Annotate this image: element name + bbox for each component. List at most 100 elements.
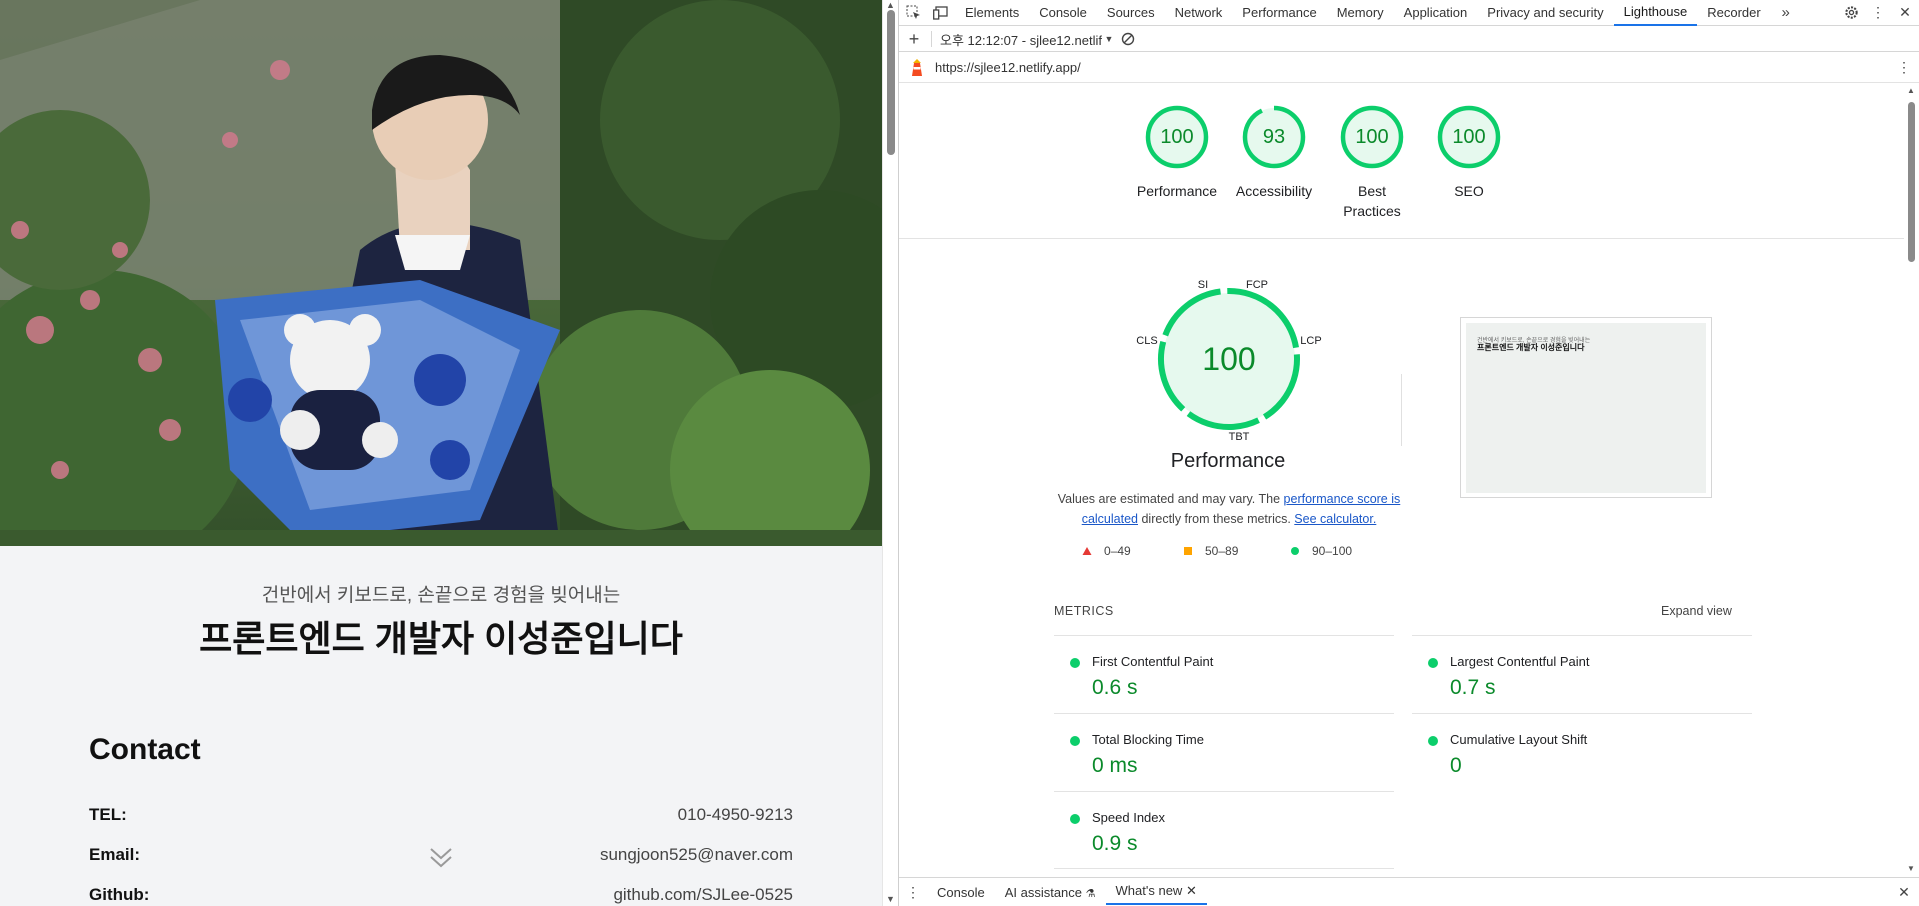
gauge-label-fcp: FCP: [1246, 279, 1268, 291]
tab-privacy-security[interactable]: Privacy and security: [1477, 0, 1613, 26]
lighthouse-logo-icon: [899, 55, 935, 81]
metric-value: 0 ms: [1092, 754, 1138, 777]
tab-elements[interactable]: Elements: [955, 0, 1029, 26]
gauge-performance[interactable]: 100 Performance: [1128, 104, 1226, 201]
gauge-ring: 100: [1437, 105, 1501, 169]
contact-label: Github:: [89, 885, 150, 904]
metric-cls: Cumulative Layout Shift 0: [1412, 713, 1752, 791]
tab-sources[interactable]: Sources: [1097, 0, 1165, 26]
report-url-bar: https://sjlee12.netlify.app/ ⋮: [899, 53, 1919, 83]
section-divider: [899, 238, 1904, 239]
metric-value: 0.9 s: [1092, 832, 1138, 855]
hero-photo: [0, 0, 882, 546]
clear-reports-icon[interactable]: [1116, 26, 1140, 52]
device-toolbar-icon[interactable]: [927, 0, 955, 26]
gauge-score: 100: [1452, 126, 1485, 148]
report-scrollbar[interactable]: ▲ ▼: [1904, 84, 1919, 876]
scrollbar-thumb[interactable]: [1908, 102, 1915, 262]
chevron-double-right-icon[interactable]: »: [1771, 0, 1801, 26]
note-text: directly from these metrics.: [1138, 512, 1295, 526]
scrollbar-thumb[interactable]: [887, 10, 895, 155]
drawer-tab-label: What's new: [1115, 883, 1183, 898]
gauge-best-practices[interactable]: 100 Best Practices: [1323, 104, 1421, 221]
report-url[interactable]: https://sjlee12.netlify.app/: [935, 60, 1081, 75]
gauge-ring: 100: [1145, 105, 1209, 169]
lighthouse-toolbar: + 오후 12:12:07 - sjlee12.netlif ▼: [899, 27, 1919, 52]
expand-view-button[interactable]: Expand view: [1661, 604, 1732, 618]
tab-performance[interactable]: Performance: [1232, 0, 1326, 26]
legend-range: 50–89: [1205, 544, 1239, 558]
more-options-vertical-icon[interactable]: ⋮: [1865, 0, 1891, 26]
contact-value[interactable]: github.com/SJLee-0525: [613, 885, 793, 905]
metric-name: Total Blocking Time: [1092, 732, 1204, 747]
metrics-heading: METRICS: [1054, 604, 1114, 618]
devtools-tabbar: Elements Console Sources Network Perform…: [899, 0, 1919, 26]
drawer-tab-whats-new[interactable]: What's new ✕: [1105, 879, 1207, 905]
metric-value: 0.6 s: [1092, 676, 1138, 699]
report-menu-icon[interactable]: ⋮: [1889, 55, 1919, 81]
pass-dot-icon: [1070, 814, 1080, 824]
hero-subtitle: 건반에서 키보드로, 손끝으로 경험을 빚어내는: [261, 585, 621, 606]
gauge-label: Best Practices: [1343, 183, 1401, 219]
drawer-tabbar: ⋮ Console AI assistance ⚗ What's new ✕ ✕: [899, 877, 1919, 906]
legend-range: 90–100: [1312, 544, 1353, 558]
tab-lighthouse[interactable]: Lighthouse: [1613, 0, 1698, 26]
tab-application[interactable]: Application: [1394, 0, 1478, 26]
scroll-up-arrow-icon[interactable]: ▲: [886, 0, 895, 10]
contact-label: TEL:: [89, 805, 127, 824]
legend-pass: 90–100: [1290, 544, 1352, 558]
tab-memory[interactable]: Memory: [1327, 0, 1394, 26]
tab-network[interactable]: Network: [1165, 0, 1233, 26]
contact-value[interactable]: sungjoon525@naver.com: [600, 845, 793, 865]
new-report-plus-icon[interactable]: +: [899, 26, 929, 52]
thumb-title: 프론트엔드 개발자 이성준입니다: [1477, 343, 1585, 352]
performance-gauge[interactable]: 100 SI FCP LCP TBT CLS: [1116, 274, 1342, 444]
gauge-label: SEO: [1454, 183, 1484, 199]
pass-dot-icon: [1070, 658, 1080, 668]
close-drawer-icon[interactable]: ✕: [1889, 879, 1919, 905]
metric-value: 0: [1450, 754, 1462, 777]
gauge-label: Accessibility: [1235, 183, 1313, 199]
contact-row-github: Github: github.com/SJLee-0525: [89, 885, 793, 905]
gauge-seo[interactable]: 100 SEO: [1420, 104, 1518, 201]
drawer-tab-ai-assistance[interactable]: AI assistance ⚗: [995, 885, 1106, 900]
gauge-label-lcp: LCP: [1300, 335, 1321, 347]
metric-name: Cumulative Layout Shift: [1450, 732, 1588, 747]
metric-tbt: Total Blocking Time 0 ms: [1054, 713, 1394, 791]
tab-recorder[interactable]: Recorder: [1697, 0, 1770, 26]
gauge-label-si: SI: [1198, 279, 1208, 291]
contact-value[interactable]: 010-4950-9213: [678, 805, 793, 825]
settings-gear-icon[interactable]: [1837, 0, 1865, 26]
see-calculator-link[interactable]: See calculator.: [1294, 512, 1376, 526]
scroll-down-chevron-icon[interactable]: [428, 845, 454, 871]
legend-fail: 0–49: [1082, 544, 1131, 558]
legend-range: 0–49: [1104, 544, 1131, 558]
final-screenshot-thumbnail[interactable]: 건반에서 키보드로, 손끝으로 경험을 빚어내는 프론트엔드 개발자 이성준입니…: [1460, 317, 1712, 498]
gauge-accessibility[interactable]: 93 Accessibility: [1225, 104, 1323, 201]
website-scrollbar[interactable]: ▲ ▼: [882, 0, 898, 906]
gauge-ring: 93: [1242, 105, 1306, 169]
report-selector[interactable]: 오후 12:12:07 - sjlee12.netlif: [940, 30, 1102, 49]
metric-fcp: First Contentful Paint 0.6 s: [1054, 635, 1394, 713]
dropdown-caret-icon[interactable]: ▼: [1102, 26, 1116, 52]
metric-name: First Contentful Paint: [1092, 654, 1214, 669]
drawer-tab-label: AI assistance: [1004, 884, 1083, 900]
average-square-icon: [1184, 547, 1192, 555]
scroll-down-arrow-icon[interactable]: ▼: [886, 894, 895, 904]
pass-circle-icon: [1291, 547, 1299, 555]
metric-name: Largest Contentful Paint: [1450, 654, 1590, 669]
drawer-tab-console[interactable]: Console: [927, 885, 995, 900]
lighthouse-report: 100 Performance 93 Accessibility 100 Bes…: [899, 84, 1904, 876]
performance-gauge-score: 100: [1202, 341, 1255, 377]
pass-dot-icon: [1428, 658, 1438, 668]
tab-console[interactable]: Console: [1029, 0, 1097, 26]
gauge-score: 93: [1263, 126, 1285, 148]
scroll-down-arrow-icon[interactable]: ▼: [1907, 864, 1915, 873]
fail-triangle-icon: [1082, 547, 1092, 555]
close-tab-icon[interactable]: ✕: [1186, 883, 1197, 898]
inspect-element-icon[interactable]: [899, 0, 927, 26]
drawer-menu-icon[interactable]: ⋮: [899, 879, 927, 905]
scroll-up-arrow-icon[interactable]: ▲: [1907, 86, 1915, 95]
metric-name: Speed Index: [1092, 810, 1166, 825]
close-devtools-icon[interactable]: ✕: [1891, 0, 1919, 26]
